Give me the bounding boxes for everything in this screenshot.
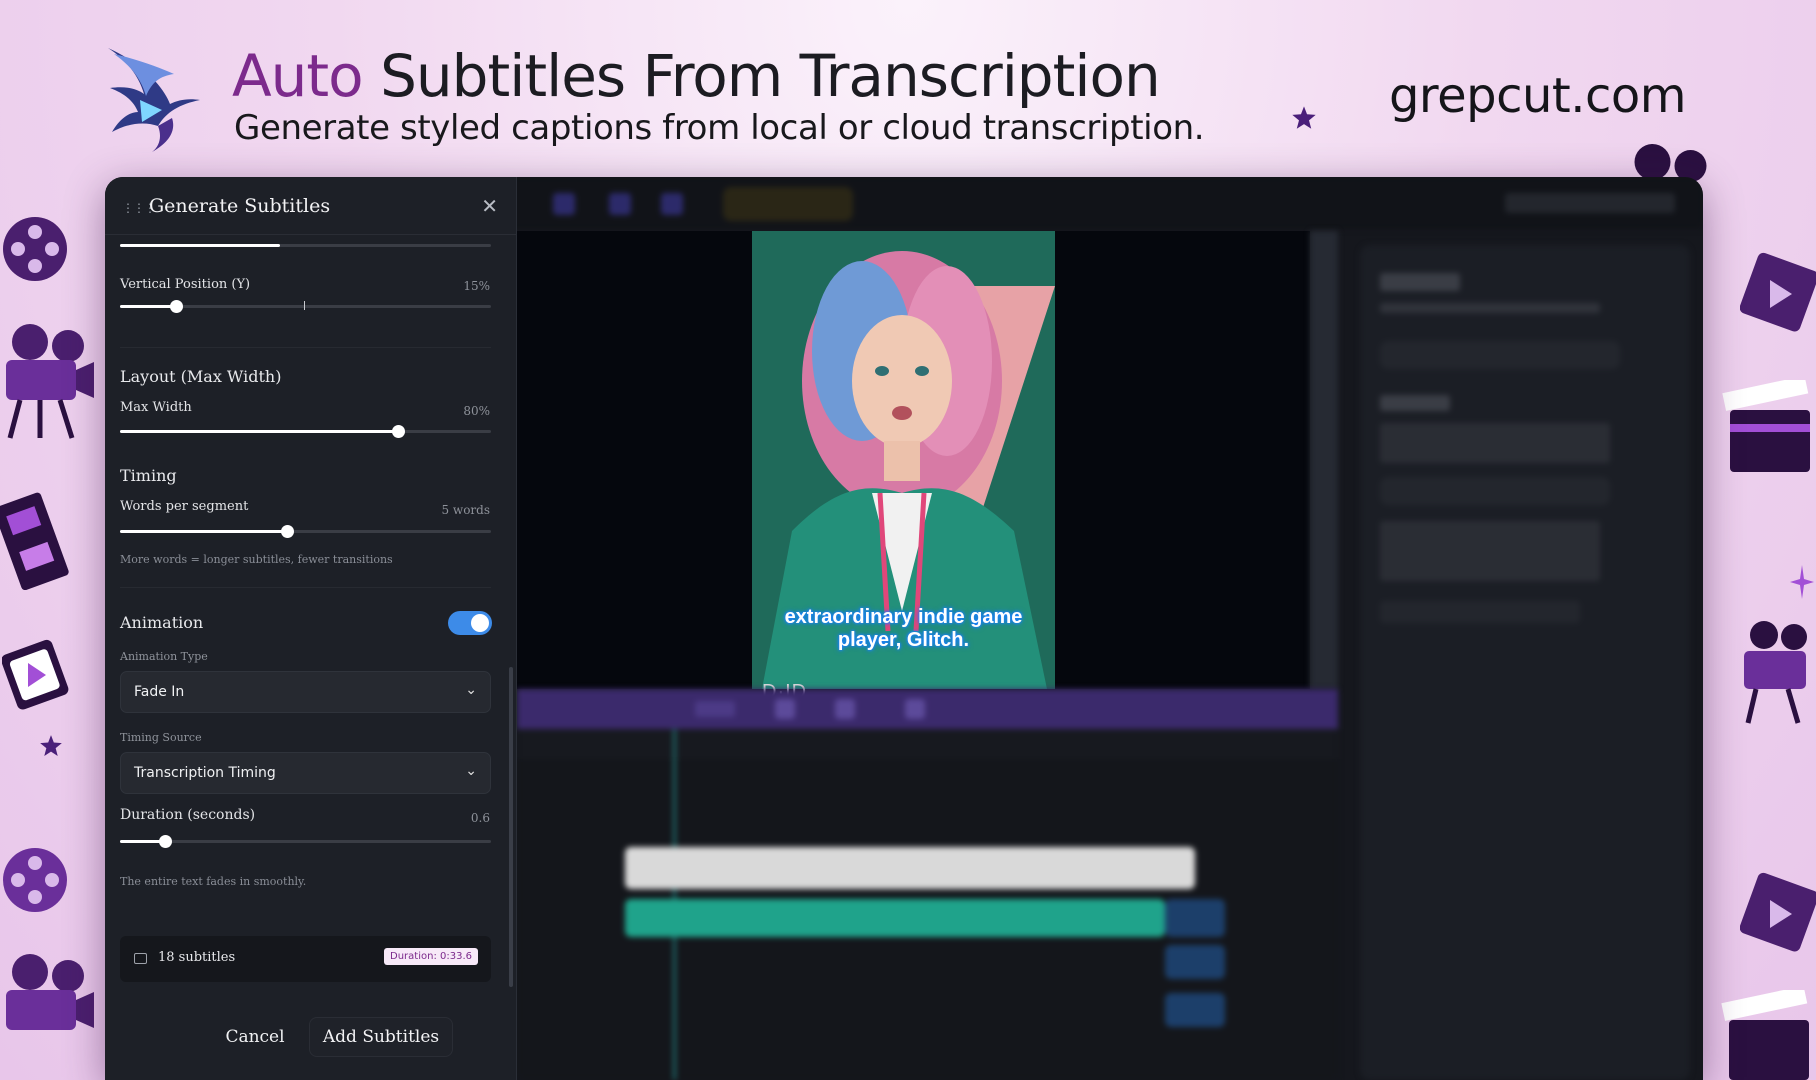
section-divider xyxy=(120,347,491,348)
chevron-down-icon: ⌄ xyxy=(465,763,477,779)
timing-source-select[interactable]: Transcription Timing ⌄ xyxy=(120,752,491,794)
clapperboard-icon xyxy=(1722,380,1810,472)
subtitle-summary: 18 subtitles Duration: 0:33.6 xyxy=(120,936,491,982)
duration-badge: Duration: 0:33.6 xyxy=(384,948,478,965)
title-accent: Auto xyxy=(232,42,364,110)
star-icon xyxy=(40,735,62,756)
vertical-position-value: 15% xyxy=(463,279,490,293)
vertical-position-label: Vertical Position (Y) xyxy=(120,277,251,292)
animation-label: Animation xyxy=(120,613,204,632)
generate-subtitles-dialog: ⋮⋮⋮ Generate Subtitles ✕ Vertical Positi… xyxy=(105,177,517,1080)
vertical-position-slider[interactable] xyxy=(120,298,491,314)
subtitle-count: 18 subtitles xyxy=(158,950,236,965)
star-icon xyxy=(1790,565,1814,599)
dialog-title: Generate Subtitles xyxy=(149,195,331,217)
clapperboard-icon xyxy=(1721,990,1809,1080)
timing-source-value: Transcription Timing xyxy=(134,765,276,781)
slider-thumb[interactable] xyxy=(392,425,406,438)
animation-type-label: Animation Type xyxy=(120,650,208,663)
chevron-down-icon: ⌄ xyxy=(465,682,477,698)
film-reel-icon xyxy=(3,848,67,912)
subtitle-caption: extraordinary indie game player, Glitch. xyxy=(784,606,1023,651)
max-width-slider[interactable] xyxy=(120,423,491,439)
dialog-footer: Cancel Add Subtitles xyxy=(105,999,516,1080)
video-track-clip[interactable] xyxy=(625,847,1195,889)
star-icon xyxy=(1292,106,1316,129)
transcription-panel xyxy=(1360,245,1690,1080)
timing-source-label: Timing Source xyxy=(120,731,202,744)
track-segment[interactable] xyxy=(1165,993,1225,1027)
film-camera-icon xyxy=(6,324,94,439)
timing-section-title: Timing xyxy=(120,466,177,485)
words-per-segment-value: 5 words xyxy=(441,503,490,517)
words-per-segment-slider[interactable] xyxy=(120,523,491,539)
words-hint: More words = longer subtitles, fewer tra… xyxy=(120,553,393,566)
animation-type-select[interactable]: Fade In ⌄ xyxy=(120,671,491,713)
section-divider xyxy=(120,587,491,588)
video-preview[interactable]: extraordinary indie game player, Glitch.… xyxy=(517,231,1310,737)
film-reel-icon xyxy=(3,217,67,281)
duration-slider[interactable] xyxy=(120,833,491,849)
timeline[interactable] xyxy=(517,689,1338,1080)
play-card-icon xyxy=(1740,872,1816,952)
toggle-knob xyxy=(471,614,489,632)
slider-thumb[interactable] xyxy=(280,525,294,538)
title-rest: Subtitles From Transcription xyxy=(362,42,1161,110)
page-subtitle: Generate styled captions from local or c… xyxy=(234,108,1205,148)
animation-type-value: Fade In xyxy=(134,684,185,700)
captions-icon xyxy=(134,953,147,964)
page-title: Auto Subtitles From Transcription xyxy=(232,42,1161,110)
preview-scrollbar[interactable] xyxy=(1310,231,1338,689)
play-card-icon xyxy=(2,639,69,710)
duration-label: Duration (seconds) xyxy=(120,807,256,823)
partial-slider[interactable] xyxy=(120,237,491,253)
words-per-segment-label: Words per segment xyxy=(120,499,249,514)
video-frame: extraordinary indie game player, Glitch. xyxy=(752,231,1055,689)
play-card-icon xyxy=(1740,252,1816,332)
slider-thumb[interactable] xyxy=(169,300,183,313)
duration-hint: The entire text fades in smoothly. xyxy=(120,875,307,888)
dialog-scrollbar[interactable] xyxy=(509,667,513,987)
track-segment[interactable] xyxy=(1165,945,1225,979)
timeline-toolbar xyxy=(517,689,1338,729)
app-window: extraordinary indie game player, Glitch.… xyxy=(105,177,1703,1080)
cancel-button[interactable]: Cancel xyxy=(217,1019,293,1055)
bird-logo-icon xyxy=(108,48,200,152)
close-icon[interactable]: ✕ xyxy=(481,194,498,218)
audio-track-clip[interactable] xyxy=(625,899,1165,937)
film-camera-icon xyxy=(1744,621,1807,724)
max-width-value: 80% xyxy=(463,404,490,418)
add-subtitles-button[interactable]: Add Subtitles xyxy=(309,1017,453,1057)
film-strip-icon xyxy=(0,492,69,590)
track-segment[interactable] xyxy=(1165,899,1225,937)
site-url: grepcut.com xyxy=(1388,68,1687,124)
animation-toggle[interactable] xyxy=(448,611,492,635)
timeline-ruler xyxy=(517,729,1338,759)
slider-thumb[interactable] xyxy=(158,835,172,848)
max-width-label: Max Width xyxy=(120,400,192,415)
duration-value: 0.6 xyxy=(470,811,490,825)
layout-section-title: Layout (Max Width) xyxy=(120,367,282,386)
film-camera-icon xyxy=(6,954,94,1030)
dialog-header: ⋮⋮⋮ Generate Subtitles ✕ xyxy=(105,177,516,235)
